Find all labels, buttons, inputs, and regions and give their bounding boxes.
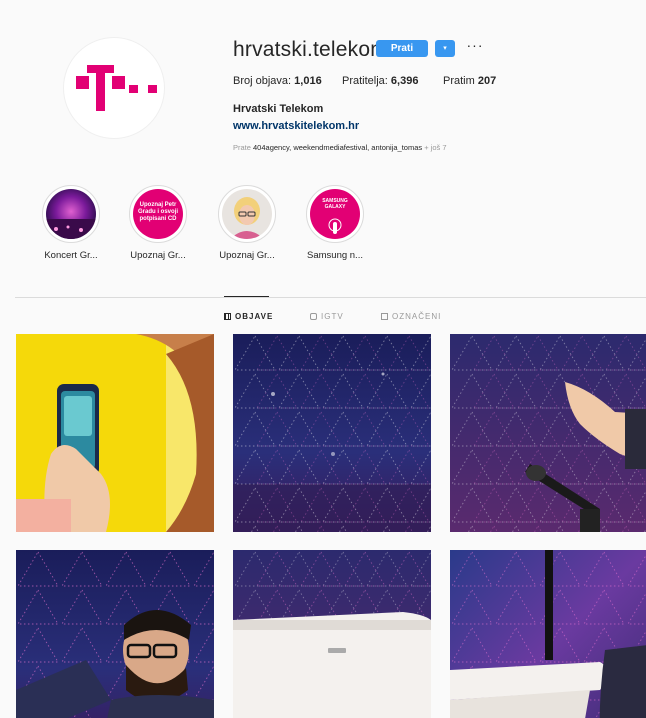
- post-thumbnail[interactable]: [233, 334, 431, 532]
- highlight-label: Upoznaj Gr...: [219, 250, 275, 261]
- active-tab-indicator: [224, 296, 269, 297]
- post-image: [233, 550, 431, 718]
- followed-by-text[interactable]: Prate 404agency, weekendmediafestival, a…: [233, 143, 447, 152]
- post-thumbnail[interactable]: [233, 550, 431, 718]
- telekom-logo: [76, 65, 157, 111]
- post-image: [16, 550, 214, 718]
- post-thumbnail[interactable]: [16, 550, 214, 718]
- highlight-upoznaj-2[interactable]: Upoznaj Gr...: [207, 185, 287, 261]
- follow-dropdown-button[interactable]: ▾: [435, 40, 455, 57]
- highlight-samsung[interactable]: SAMSUNG GALAXY Samsung n...: [295, 185, 375, 261]
- following-count[interactable]: Pratim 207: [443, 75, 496, 87]
- tab-oznaceni[interactable]: OZNAČENI: [381, 312, 441, 321]
- tab-igtv[interactable]: IGTV: [310, 312, 344, 321]
- igtv-icon: [310, 313, 317, 320]
- post-thumbnail[interactable]: [450, 334, 646, 532]
- profile-full-name: Hrvatski Telekom: [233, 103, 324, 115]
- follow-button[interactable]: Prati: [376, 40, 428, 57]
- chevron-down-icon: ▾: [443, 45, 447, 52]
- profile-website-link[interactable]: www.hrvatskitelekom.hr: [233, 120, 359, 132]
- post-image: [450, 334, 646, 532]
- tab-objave[interactable]: OBJAVE: [224, 312, 273, 321]
- post-thumbnail[interactable]: [450, 550, 646, 718]
- highlight-label: Koncert Gr...: [44, 250, 98, 261]
- highlight-koncert[interactable]: Koncert Gr...: [31, 185, 111, 261]
- profile-avatar[interactable]: [63, 37, 165, 139]
- highlight-cover-text: SAMSUNG GALAXY: [322, 198, 348, 210]
- post-image: [450, 550, 646, 718]
- more-options-button[interactable]: ···: [466, 37, 484, 55]
- tagged-icon: [381, 313, 388, 320]
- followers-count[interactable]: Pratitelja: 6,396: [342, 75, 418, 87]
- post-thumbnail[interactable]: [16, 334, 214, 532]
- highlight-cover-image: [46, 189, 96, 239]
- post-image: [233, 334, 431, 532]
- posts-count: Broj objava: 1,016: [233, 75, 322, 87]
- highlight-cover-text: Upoznaj Petr Gradu i osvoji potpisani CD: [138, 202, 179, 222]
- highlight-cover-image: Upoznaj Petr Gradu i osvoji potpisani CD: [133, 189, 183, 239]
- highlight-label: Samsung n...: [307, 250, 363, 261]
- highlight-upoznaj-1[interactable]: Upoznaj Petr Gradu i osvoji potpisani CD…: [118, 185, 198, 261]
- highlight-label: Upoznaj Gr...: [130, 250, 186, 261]
- highlight-cover-image: SAMSUNG GALAXY: [310, 189, 360, 239]
- more-icon: ···: [466, 37, 484, 53]
- post-image: [16, 334, 214, 532]
- tap-hand-icon: [328, 218, 342, 234]
- highlight-cover-image: [222, 189, 272, 239]
- grid-icon: [224, 313, 231, 320]
- profile-username: hrvatski.telekom: [233, 38, 388, 61]
- tabs-divider: [15, 297, 646, 298]
